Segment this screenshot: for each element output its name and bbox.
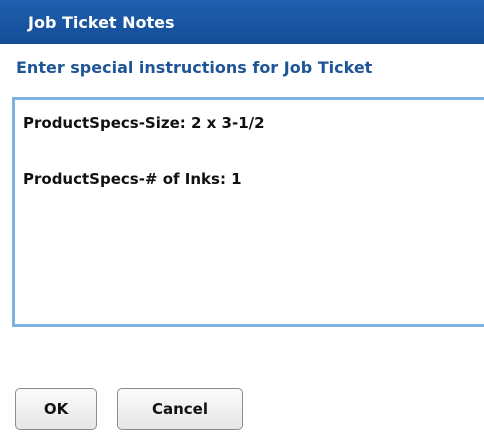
dialog-titlebar[interactable]: Job Ticket Notes (0, 0, 484, 44)
job-ticket-notes-dialog: Job Ticket Notes Enter special instructi… (0, 0, 484, 441)
job-ticket-notes-input[interactable] (12, 97, 484, 327)
dialog-title: Job Ticket Notes (28, 12, 175, 32)
instruction-label: Enter special instructions for Job Ticke… (16, 58, 373, 77)
cancel-button[interactable]: Cancel (117, 388, 243, 430)
ok-button[interactable]: OK (15, 388, 97, 430)
